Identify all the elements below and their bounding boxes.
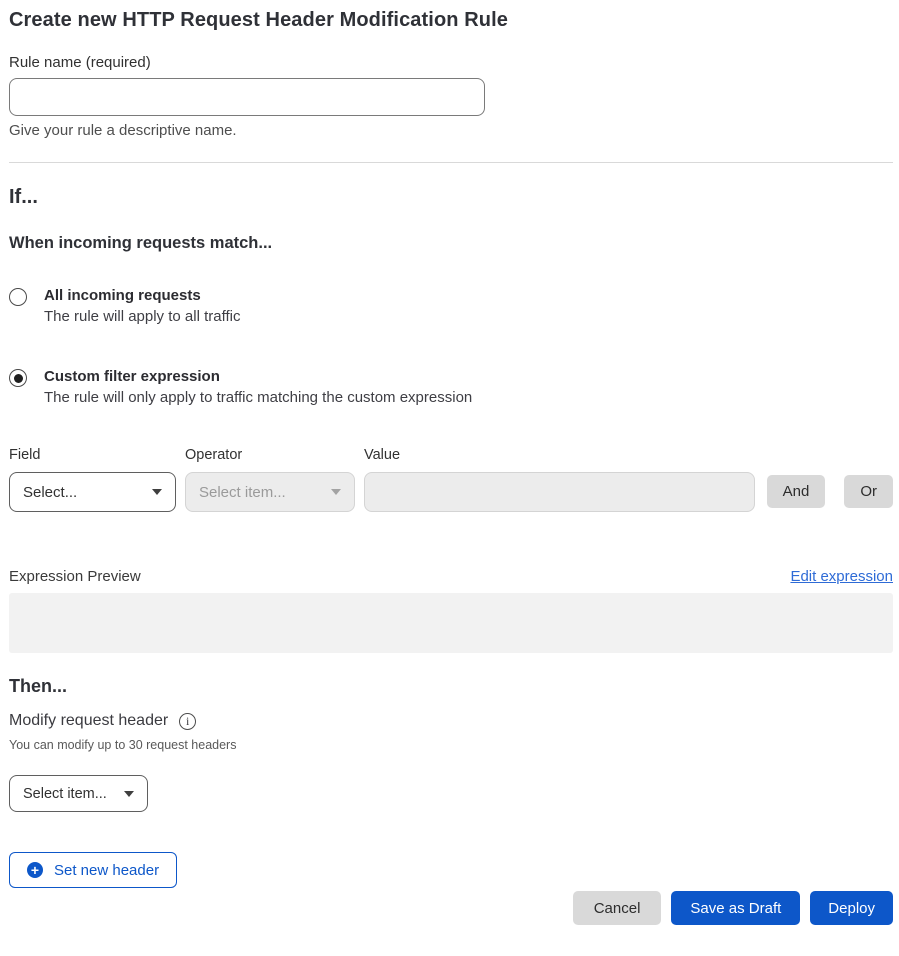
field-label: Field: [9, 447, 176, 463]
radio-icon[interactable]: [9, 369, 27, 387]
radio-description: The rule will apply to all traffic: [44, 308, 240, 325]
field-select[interactable]: Select...: [9, 472, 176, 512]
modify-header-helper: You can modify up to 30 request headers: [9, 738, 236, 752]
header-action-select[interactable]: Select item...: [9, 775, 148, 812]
modify-request-header-label: Modify request header: [9, 712, 168, 730]
operator-select-placeholder: Select item...: [199, 484, 286, 501]
then-heading: Then...: [9, 676, 67, 697]
modify-header-row: Modify request header i: [9, 712, 196, 730]
rule-name-input[interactable]: [9, 78, 485, 116]
radio-label: Custom filter expression: [44, 368, 472, 385]
value-input[interactable]: [364, 472, 755, 512]
operator-select[interactable]: Select item...: [185, 472, 355, 512]
radio-label: All incoming requests: [44, 287, 240, 304]
expression-preview-box: [9, 593, 893, 653]
info-icon[interactable]: i: [179, 713, 196, 730]
if-heading: If...: [9, 186, 38, 209]
create-rule-form: Create new HTTP Request Header Modificat…: [0, 0, 899, 956]
chevron-down-icon: [331, 489, 341, 495]
expression-preview-row: Expression Preview Edit expression: [9, 568, 893, 585]
rule-name-helper: Give your rule a descriptive name.: [9, 122, 237, 139]
page-title: Create new HTTP Request Header Modificat…: [9, 9, 508, 32]
set-new-header-button[interactable]: + Set new header: [9, 852, 177, 888]
when-match-subheading: When incoming requests match...: [9, 234, 272, 253]
header-action-select-value: Select item...: [23, 786, 107, 802]
radio-option-custom-filter[interactable]: Custom filter expression The rule will o…: [9, 368, 472, 406]
footer-actions: Cancel Save as Draft Deploy: [9, 891, 893, 925]
section-divider: [9, 162, 893, 163]
chevron-down-icon: [152, 489, 162, 495]
cancel-button[interactable]: Cancel: [573, 891, 662, 925]
deploy-button[interactable]: Deploy: [810, 891, 893, 925]
edit-expression-link[interactable]: Edit expression: [790, 568, 893, 585]
or-button[interactable]: Or: [844, 475, 893, 508]
value-label: Value: [364, 447, 755, 463]
and-button[interactable]: And: [767, 475, 826, 508]
field-select-value: Select...: [23, 484, 77, 501]
set-new-header-label: Set new header: [54, 862, 159, 879]
chevron-down-icon: [124, 791, 134, 797]
plus-icon: +: [27, 862, 43, 878]
rule-name-label: Rule name (required): [9, 54, 151, 71]
radio-description: The rule will only apply to traffic matc…: [44, 389, 472, 406]
expression-preview-label: Expression Preview: [9, 568, 141, 585]
save-as-draft-button[interactable]: Save as Draft: [671, 891, 800, 925]
operator-label: Operator: [185, 447, 355, 463]
expression-builder-row: Field Select... Operator Select item... …: [9, 447, 893, 512]
radio-option-all-incoming[interactable]: All incoming requests The rule will appl…: [9, 287, 240, 325]
radio-icon[interactable]: [9, 288, 27, 306]
